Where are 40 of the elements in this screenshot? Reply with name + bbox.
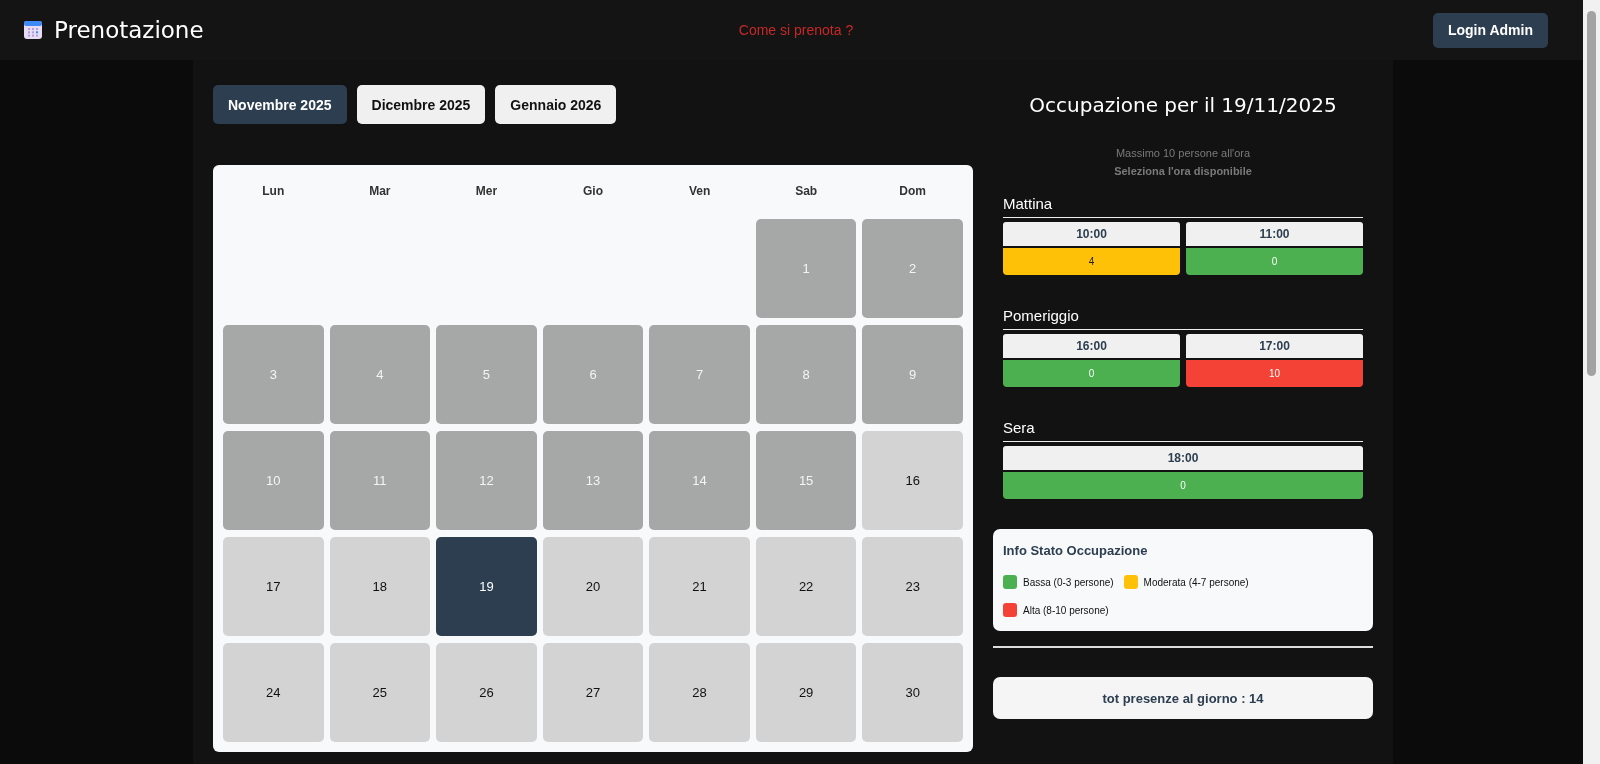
calendar-day[interactable]: 26 — [436, 643, 537, 742]
calendar-day[interactable]: 20 — [542, 537, 644, 636]
section-heading: Sera — [1003, 419, 1036, 438]
section-heading: Pomeriggio — [1003, 307, 1080, 326]
month-tab[interactable]: Dicembre 2025 — [356, 85, 486, 124]
calendar-day[interactable]: 30 — [862, 643, 963, 742]
weekday-label: Lun — [261, 183, 286, 200]
legend-label: Moderata (4-7 persone) — [1143, 576, 1249, 588]
calendar-day[interactable]: 22 — [755, 537, 857, 636]
calendar-day[interactable]: 28 — [649, 643, 750, 742]
legend-label: Alta (8-10 persone) — [1023, 604, 1109, 616]
weekday-label: Mer — [474, 183, 499, 200]
calendar-day[interactable]: 27 — [542, 643, 644, 742]
login-button[interactable]: Login Admin — [1432, 12, 1548, 48]
calendar-day[interactable]: 25 — [329, 643, 431, 742]
weekday-label: Mar — [368, 183, 392, 200]
calendar-day[interactable]: 16 — [862, 431, 963, 530]
month-tab[interactable]: Novembre 2025 — [213, 85, 347, 124]
calendar-day[interactable]: 18 — [329, 537, 431, 636]
app-title: Prenotazione — [54, 17, 204, 43]
instruction-text: Seleziona l'ora disponibile — [1113, 165, 1253, 177]
capacity-note: Massimo 10 persone all'ora — [1114, 147, 1252, 159]
legend-label: Bassa (0-3 persone) — [1023, 576, 1114, 588]
scrollbar[interactable] — [1583, 0, 1600, 764]
calendar-day[interactable]: 24 — [223, 643, 324, 742]
section-heading: Mattina — [1003, 195, 1054, 214]
calendar-day[interactable]: 19 — [436, 537, 537, 636]
calendar-day[interactable]: 29 — [755, 643, 857, 742]
occupancy-title: Occupazione per il 19/11/2025 — [1028, 93, 1338, 117]
calendar-day[interactable]: 21 — [649, 537, 750, 636]
weekday-label: Sab — [794, 183, 819, 200]
daily-total: tot presenze al giorno : 14 — [993, 677, 1373, 719]
weekday-label: Gio — [582, 183, 604, 200]
calendar-day[interactable]: 23 — [862, 537, 963, 636]
weekday-label: Dom — [898, 183, 928, 200]
month-tab[interactable]: Gennaio 2026 — [495, 85, 617, 124]
legend-title: Info Stato Occupazione — [1003, 543, 1149, 558]
calendar-icon — [24, 21, 42, 39]
weekday-label: Ven — [687, 183, 712, 200]
calendar-day[interactable]: 17 — [223, 537, 324, 636]
